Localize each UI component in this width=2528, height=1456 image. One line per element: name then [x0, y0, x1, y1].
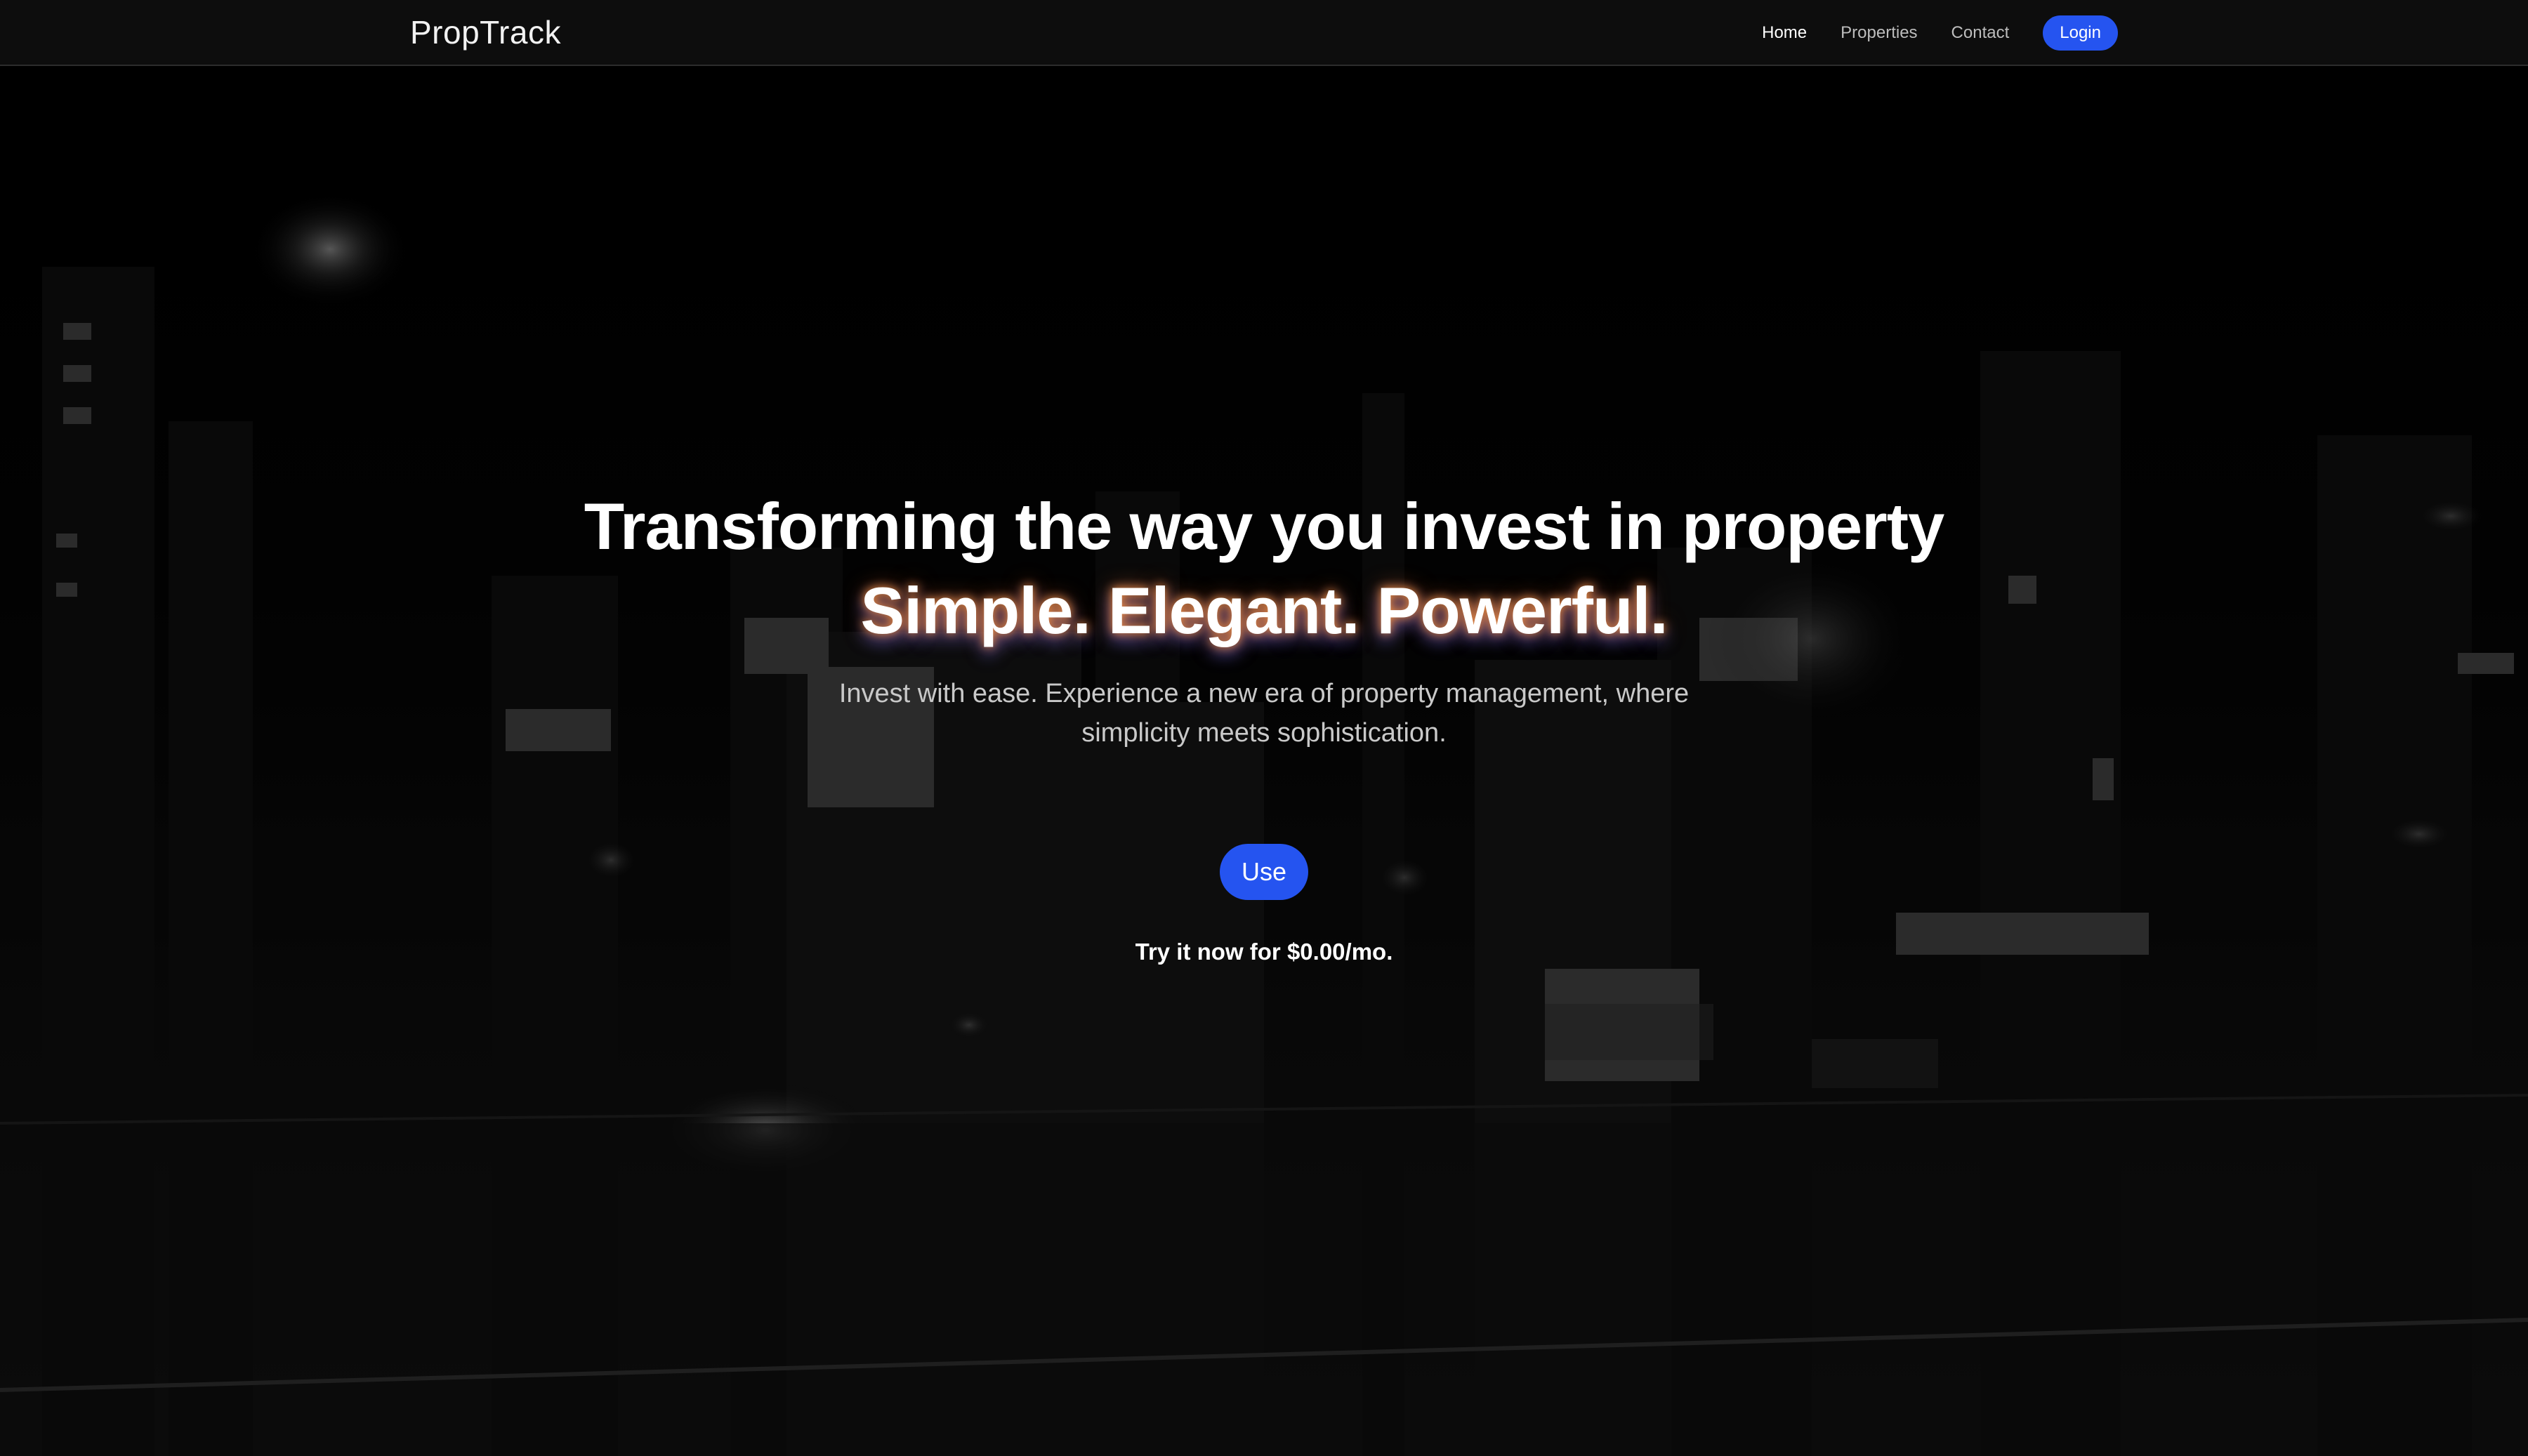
nav-link-home[interactable]: Home [1762, 23, 1807, 43]
nav-links: Home Properties Contact Login [1728, 15, 2118, 51]
hero-description: Invest with ease. Experience a new era o… [838, 679, 1690, 748]
landing-page: PropTrack Home Properties Contact Login … [0, 0, 2528, 1456]
brand-logo[interactable]: PropTrack [410, 11, 561, 53]
hero-title: Transforming the way you invest in prope… [584, 489, 1945, 563]
hero-section: Transforming the way you invest in prope… [0, 0, 2528, 1456]
use-button[interactable]: Use [1220, 844, 1308, 900]
nav-link-properties[interactable]: Properties [1841, 23, 1917, 43]
login-button[interactable]: Login [2043, 15, 2118, 51]
nav-link-contact[interactable]: Contact [1951, 23, 2010, 43]
navbar: PropTrack Home Properties Contact Login [0, 0, 2528, 66]
pricing-note: Try it now for $0.00/mo. [1135, 939, 1393, 965]
hero-tagline: Simple. Elegant. Powerful. [860, 574, 1668, 647]
